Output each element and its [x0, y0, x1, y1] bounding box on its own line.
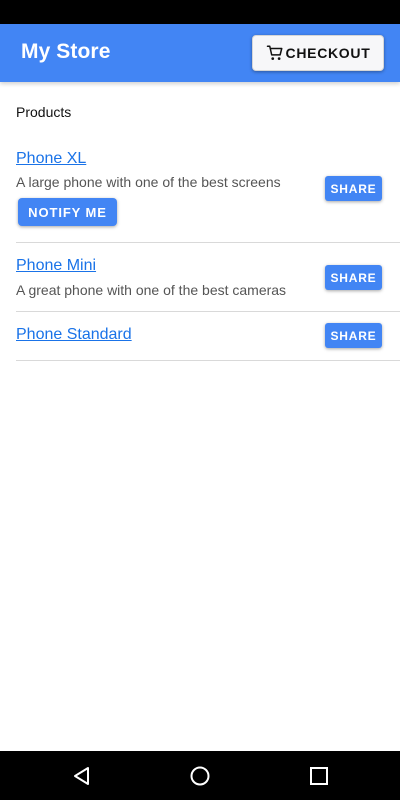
- product-list: Phone XL A large phone with one of the b…: [16, 140, 400, 361]
- share-button[interactable]: SHARE: [325, 323, 382, 348]
- app-title: My Store: [21, 40, 111, 63]
- share-button[interactable]: SHARE: [325, 265, 382, 290]
- back-triangle-icon[interactable]: [71, 765, 93, 787]
- product-link[interactable]: Phone Mini: [16, 257, 96, 275]
- home-circle-icon[interactable]: [189, 765, 211, 787]
- share-button[interactable]: SHARE: [325, 176, 382, 201]
- product-description: A large phone with one of the best scree…: [16, 174, 281, 190]
- product-link[interactable]: Phone Standard: [16, 326, 132, 344]
- product-item: Phone Mini A great phone with one of the…: [16, 243, 400, 312]
- product-item: Phone Standard SHARE: [16, 312, 400, 361]
- checkout-label: CHECKOUT: [285, 45, 371, 61]
- checkout-button[interactable]: CHECKOUT: [252, 35, 384, 71]
- status-bar: [0, 0, 400, 24]
- product-item: Phone XL A large phone with one of the b…: [16, 140, 400, 243]
- app-bar: My Store CHECKOUT: [0, 24, 400, 82]
- product-description: A great phone with one of the best camer…: [16, 282, 287, 298]
- shopping-cart-icon: [266, 44, 284, 62]
- recents-square-icon[interactable]: [308, 765, 330, 787]
- system-navigation-bar: [0, 751, 400, 800]
- product-link[interactable]: Phone XL: [16, 150, 86, 168]
- notify-me-button[interactable]: NOTIFY ME: [18, 198, 117, 226]
- products-heading: Products: [16, 104, 72, 120]
